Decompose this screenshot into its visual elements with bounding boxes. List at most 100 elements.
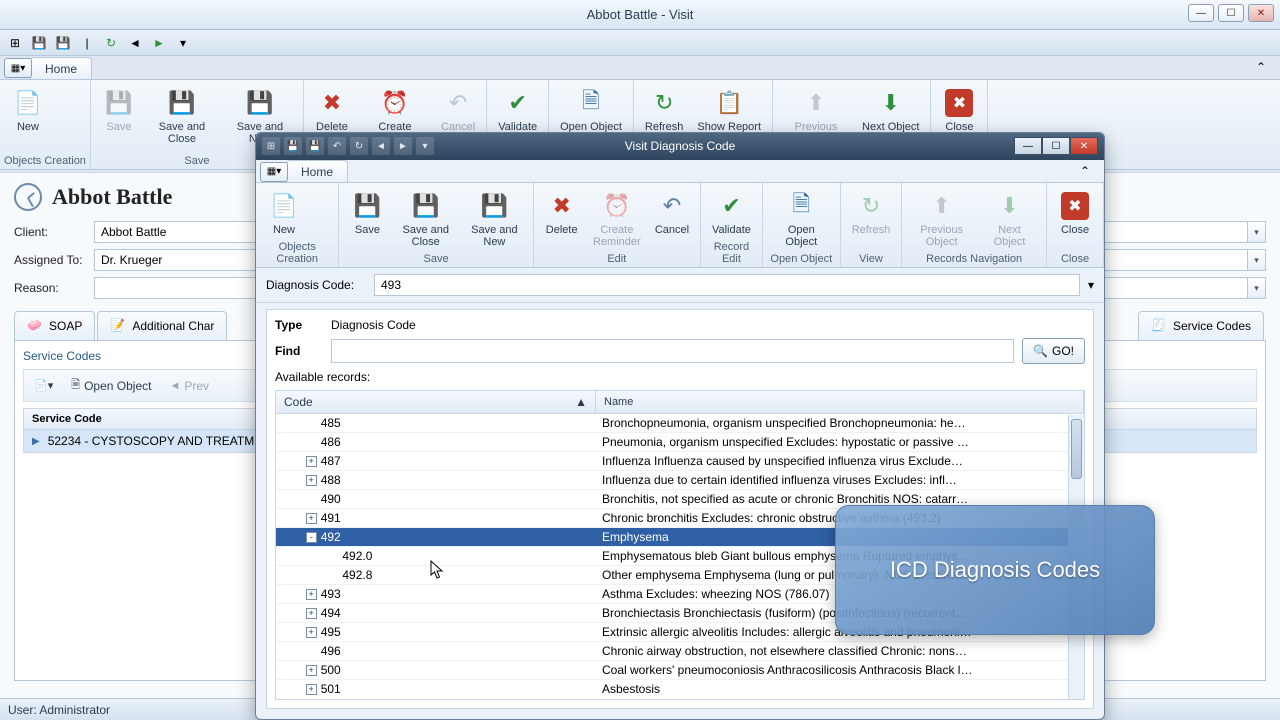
dialog-title: Visit Diagnosis Code xyxy=(625,139,736,153)
table-row[interactable]: +501 Asbestosis xyxy=(276,680,1084,698)
dialog-close-btn[interactable]: ✖Close xyxy=(1051,187,1099,251)
name-cell: Coal workers' pneumoconiosis Anthracosil… xyxy=(596,663,1084,677)
save-close-button[interactable]: 💾Save and Close xyxy=(143,84,221,153)
available-records-label: Available records: xyxy=(275,370,370,384)
code-cell: 492.8 xyxy=(342,568,372,582)
tab-home[interactable]: Home xyxy=(30,57,92,79)
ribbon-collapse-icon[interactable]: ⌃ xyxy=(1256,60,1274,76)
dialog-tab-home[interactable]: Home xyxy=(286,160,348,182)
dialog-qa-dd-icon[interactable]: ▾ xyxy=(416,137,434,155)
new-button[interactable]: 📄New xyxy=(4,84,52,153)
name-cell: Asbestosis xyxy=(596,682,1084,696)
app-menu-button[interactable]: ▦▾ xyxy=(4,58,32,78)
code-cell: 491 xyxy=(321,511,341,525)
dialog-save-new-button[interactable]: 💾Save and New xyxy=(460,187,529,251)
tree-expander-icon[interactable]: + xyxy=(306,456,317,467)
callout-text: ICD Diagnosis Codes xyxy=(890,557,1100,583)
close-window-button[interactable]: ✕ xyxy=(1248,4,1274,22)
table-row[interactable]: 496Chronic airway obstruction, not elsew… xyxy=(276,642,1084,661)
tree-expander-icon[interactable]: + xyxy=(306,627,317,638)
dialog-qa-save-icon[interactable]: 💾 xyxy=(284,137,302,155)
maximize-button[interactable]: ☐ xyxy=(1218,4,1244,22)
minimize-button[interactable]: — xyxy=(1188,4,1214,22)
dialog-close-button[interactable]: ✕ xyxy=(1070,137,1098,155)
dialog-next-object-button: ⬇Next Object xyxy=(977,187,1042,251)
scrollbar-thumb[interactable] xyxy=(1071,419,1082,479)
code-cell: 493 xyxy=(321,587,341,601)
patient-name-header: Abbot Battle xyxy=(52,184,172,210)
tab-service-codes[interactable]: 🧾Service Codes xyxy=(1138,311,1264,340)
code-cell: 486 xyxy=(321,435,341,449)
table-row[interactable]: +487Influenza Influenza caused by unspec… xyxy=(276,452,1084,471)
panel-open-object-button[interactable]: 🗎 Open Object xyxy=(64,373,158,398)
tree-expander-icon[interactable]: + xyxy=(306,608,317,619)
dialog-app-menu-button[interactable]: ▦▾ xyxy=(260,162,288,182)
dialog-maximize-button[interactable]: ☐ xyxy=(1042,137,1070,155)
tab-additional[interactable]: 📝Additional Char xyxy=(97,311,227,340)
panel-new-button[interactable]: 📄▾ xyxy=(27,376,60,395)
app-icon: ⊞ xyxy=(6,34,24,52)
soap-icon: 🧼 xyxy=(27,318,43,334)
dialog-open-object-button[interactable]: 🗎Open Object xyxy=(767,187,836,251)
dialog-qa-undo-icon[interactable]: ↶ xyxy=(328,137,346,155)
dialog-delete-button[interactable]: ✖Delete xyxy=(538,187,586,251)
go-button[interactable]: 🔍GO! xyxy=(1022,338,1085,364)
table-row[interactable]: 486Pneumonia, organism unspecified Exclu… xyxy=(276,433,1084,452)
tab-soap[interactable]: 🧼SOAP xyxy=(14,311,95,340)
qa-refresh-icon[interactable]: ↻ xyxy=(102,34,120,52)
dialog-qa-fwd-icon[interactable]: ► xyxy=(394,137,412,155)
dialog-tabstrip: ▦▾ Home ⌃ xyxy=(256,160,1104,183)
table-row[interactable]: 485Bronchopneumonia, organism unspecifie… xyxy=(276,414,1084,433)
quick-access-toolbar: ⊞ 💾 💾 | ↻ ◄ ► ▾ xyxy=(0,30,1280,56)
tree-expander-icon[interactable]: + xyxy=(306,665,317,676)
table-row[interactable]: +488 Influenza due to certain identified … xyxy=(276,471,1084,490)
dialog-ribbon: 📄New Objects Creation 💾Save 💾Save and Cl… xyxy=(256,183,1104,268)
dialog-qa-save2-icon[interactable]: 💾 xyxy=(306,137,324,155)
qa-back-icon[interactable]: ◄ xyxy=(126,34,144,52)
group-objects-creation: Objects Creation xyxy=(4,153,86,167)
code-cell: 501 xyxy=(321,682,341,696)
dialog-prev-object-button: ⬆Previous Object xyxy=(906,187,977,251)
qa-save-icon[interactable]: 💾 xyxy=(30,34,48,52)
qa-save-close-icon[interactable]: 💾 xyxy=(54,34,72,52)
diagnosis-code-field[interactable] xyxy=(374,274,1080,296)
assigned-dropdown-icon[interactable]: ▾ xyxy=(1248,249,1266,271)
tree-expander-icon[interactable]: - xyxy=(306,532,317,543)
tree-expander-icon[interactable]: + xyxy=(306,513,317,524)
tree-expander-icon[interactable]: + xyxy=(306,589,317,600)
code-cell: 488 xyxy=(321,473,341,487)
dialog-new-button[interactable]: 📄New xyxy=(260,187,308,239)
dialog-qa-refresh-icon[interactable]: ↻ xyxy=(350,137,368,155)
dialog-qa-back-icon[interactable]: ◄ xyxy=(372,137,390,155)
col-code[interactable]: Code▲ xyxy=(276,391,596,413)
status-user: User: Administrator xyxy=(8,703,110,717)
main-titlebar: Abbot Battle - Visit — ☐ ✕ xyxy=(0,0,1280,30)
reason-dropdown-icon[interactable]: ▾ xyxy=(1248,277,1266,299)
dialog-app-icon: ⊞ xyxy=(262,137,280,155)
service-code-cell: 52234 - CYSTOSCOPY AND TREATMEN xyxy=(48,434,271,448)
qa-sep-icon: | xyxy=(78,34,96,52)
client-dropdown-icon[interactable]: ▾ xyxy=(1248,221,1266,243)
dialog-save-close-button[interactable]: 💾Save and Close xyxy=(391,187,460,251)
diagnosis-code-dropdown-icon[interactable]: ▾ xyxy=(1088,278,1094,292)
table-row[interactable]: +500Coal workers' pneumoconiosis Anthrac… xyxy=(276,661,1084,680)
dialog-validate-button[interactable]: ✔Validate xyxy=(705,187,758,239)
tree-expander-icon[interactable]: + xyxy=(306,475,317,486)
tree-expander-icon[interactable]: + xyxy=(306,684,317,695)
col-name[interactable]: Name xyxy=(596,391,1084,413)
name-cell: Bronchopneumonia, organism unspecified B… xyxy=(596,416,1084,430)
callout-tooltip: ICD Diagnosis Codes xyxy=(835,505,1155,635)
main-title: Abbot Battle - Visit xyxy=(587,7,694,22)
name-cell: Influenza due to certain identified infl… xyxy=(596,473,1084,487)
dialog-ribbon-collapse-icon[interactable]: ⌃ xyxy=(1080,164,1098,180)
service-codes-icon: 🧾 xyxy=(1151,318,1167,334)
note-icon: 📝 xyxy=(110,318,126,334)
dialog-minimize-button[interactable]: — xyxy=(1014,137,1042,155)
dialog-cancel-button[interactable]: ↶Cancel xyxy=(648,187,696,251)
dialog-save-button[interactable]: 💾Save xyxy=(343,187,391,251)
find-input[interactable] xyxy=(331,339,1014,363)
code-cell: 492.0 xyxy=(342,549,372,563)
clock-icon xyxy=(14,183,42,211)
qa-dropdown-icon[interactable]: ▾ xyxy=(174,34,192,52)
qa-forward-icon[interactable]: ► xyxy=(150,34,168,52)
